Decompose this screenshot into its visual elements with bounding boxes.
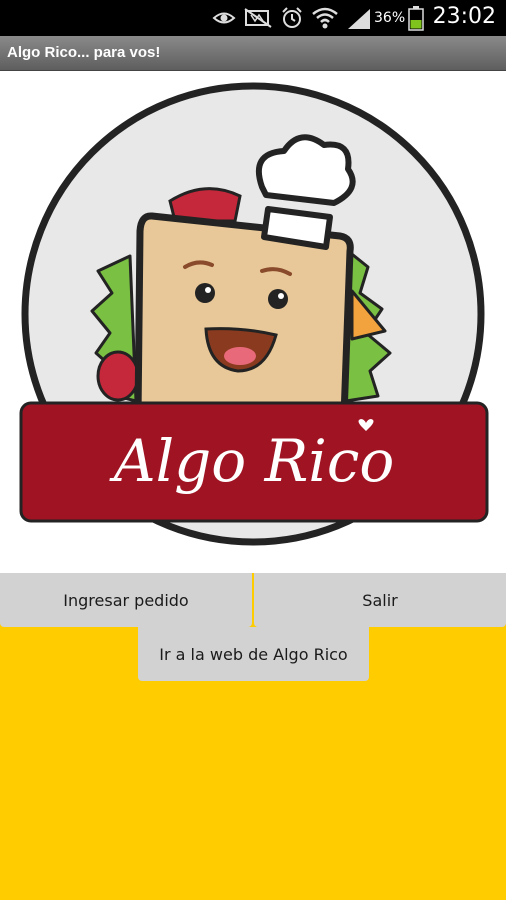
enter-order-button[interactable]: Ingresar pedido bbox=[0, 573, 252, 627]
algo-rico-logo: Algo Rico bbox=[19, 82, 489, 546]
app-title-bar: Algo Rico... para vos! bbox=[0, 36, 506, 71]
visit-website-button[interactable]: Ir a la web de Algo Rico bbox=[138, 627, 369, 681]
battery-icon bbox=[408, 6, 424, 31]
logo-area: Algo Rico bbox=[0, 71, 506, 573]
app-title: Algo Rico... para vos! bbox=[7, 44, 161, 61]
signal-icon bbox=[348, 9, 370, 29]
wifi-icon bbox=[312, 7, 338, 29]
status-bar: 36% 23:02 bbox=[0, 0, 506, 36]
clock: 23:02 bbox=[432, 4, 496, 29]
mute-icon bbox=[244, 8, 272, 28]
alarm-icon bbox=[282, 7, 302, 28]
logo-brand-text: Algo Rico bbox=[109, 427, 395, 495]
battery-percent: 36% bbox=[374, 10, 406, 26]
exit-button[interactable]: Salir bbox=[254, 573, 506, 627]
eye-icon bbox=[212, 12, 236, 24]
